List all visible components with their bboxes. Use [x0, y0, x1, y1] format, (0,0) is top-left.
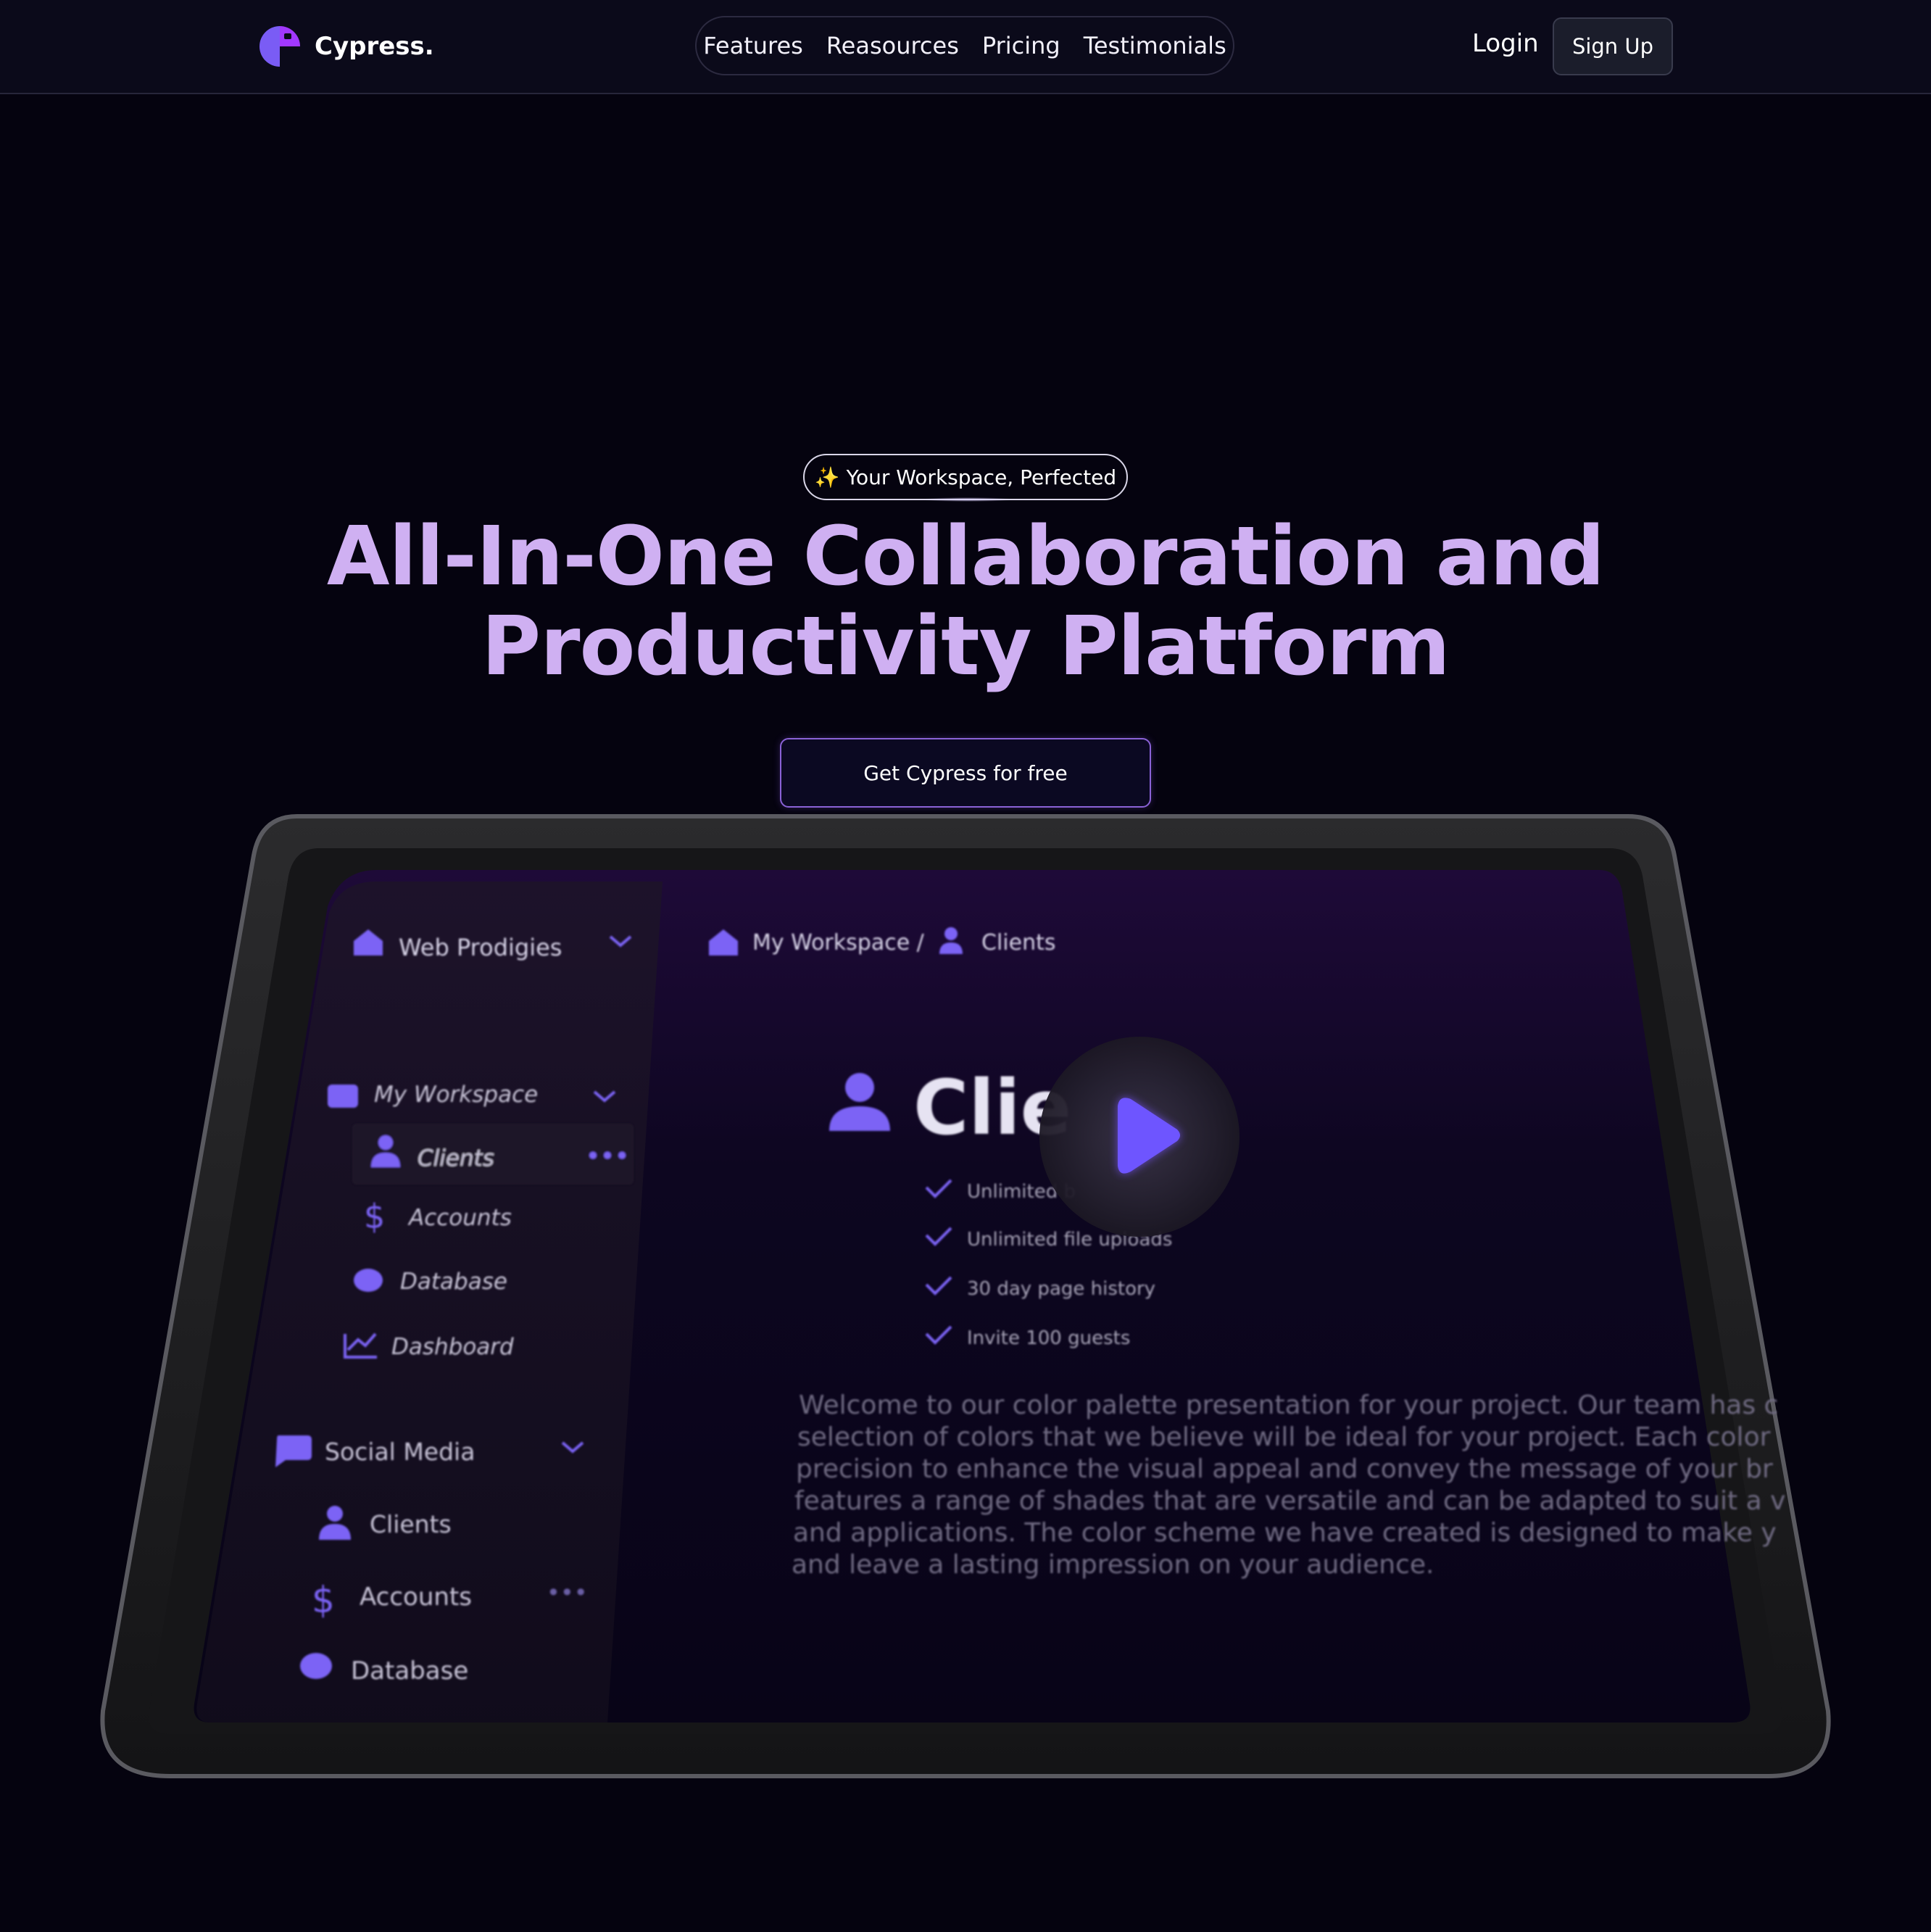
database-icon — [300, 1653, 332, 1679]
badge-glow — [921, 497, 1015, 502]
database-icon — [354, 1269, 383, 1292]
paragraph-line: precision to enhance the visual appeal a… — [796, 1454, 1773, 1484]
more-icon[interactable]: ••• — [547, 1579, 588, 1606]
more-icon[interactable]: ••• — [586, 1142, 629, 1171]
sidebar-item-label[interactable]: Database — [400, 1269, 507, 1295]
sidebar-section-my-workspace[interactable]: My Workspace — [374, 1082, 538, 1108]
hero-title-line-2: Productivity Platform — [481, 600, 1450, 694]
sidebar-item-label[interactable]: Database — [351, 1657, 468, 1686]
sidebar-section-social-media[interactable]: Social Media — [325, 1438, 475, 1466]
hero-badge: ✨ Your Workspace, Perfected — [803, 454, 1128, 500]
paragraph-line: features a range of shades that are vers… — [794, 1486, 1785, 1516]
hero-title: All-In-One Collaboration and Productivit… — [0, 512, 1931, 692]
login-link[interactable]: Login — [1472, 29, 1539, 58]
paragraph-line: and leave a lasting impression on your a… — [792, 1550, 1434, 1580]
dollar-icon: $ — [312, 1579, 335, 1621]
main-nav: Features Reasources Pricing Testimonials — [695, 16, 1234, 75]
feature-item: 30 day page history — [967, 1278, 1155, 1300]
briefcase-icon — [328, 1085, 358, 1108]
brand[interactable]: Cypress. — [257, 23, 434, 70]
user-icon — [327, 1506, 343, 1522]
app-preview-mockup: Web Prodigies My Workspace / Clients My … — [100, 814, 1831, 1778]
paragraph-line: Welcome to our color palette presentatio… — [799, 1390, 1778, 1420]
sidebar-item-label[interactable]: Accounts — [407, 1205, 512, 1231]
sidebar-item-label[interactable]: Dashboard — [391, 1334, 514, 1360]
paragraph-line: selection of colors that we believe will… — [797, 1422, 1771, 1452]
sidebar-item-label[interactable]: Accounts — [360, 1583, 472, 1612]
nav-link-resources[interactable]: Reasources — [826, 32, 959, 59]
breadcrumb-root[interactable]: My Workspace / — [752, 930, 925, 955]
sign-up-button[interactable]: Sign Up — [1553, 17, 1673, 75]
hero-title-line-1: All-In-One Collaboration and — [326, 510, 1605, 604]
breadcrumb-user-icon — [944, 927, 958, 940]
get-cypress-button[interactable]: Get Cypress for free — [780, 738, 1151, 808]
user-icon — [378, 1135, 393, 1150]
top-navbar: Cypress. Features Reasources Pricing Tes… — [0, 0, 1931, 94]
nav-link-features[interactable]: Features — [703, 32, 803, 59]
page-user-icon — [845, 1073, 874, 1102]
feature-item: Invite 100 guests — [967, 1327, 1130, 1349]
cypress-logo-icon — [259, 26, 300, 67]
nav-link-testimonials[interactable]: Testimonials — [1084, 32, 1226, 59]
sidebar-item-label[interactable]: Clients — [370, 1510, 452, 1538]
play-button[interactable] — [1039, 1037, 1239, 1237]
breadcrumb-leaf[interactable]: Clients — [981, 930, 1055, 955]
sidebar-item-label: Clients — [418, 1145, 494, 1172]
nav-link-pricing[interactable]: Pricing — [982, 32, 1060, 59]
brand-name: Cypress. — [315, 32, 434, 61]
workspace-switcher[interactable]: Web Prodigies — [399, 934, 562, 961]
dollar-icon: $ — [364, 1197, 385, 1236]
paragraph-line: and applications. The color scheme we ha… — [793, 1518, 1777, 1548]
